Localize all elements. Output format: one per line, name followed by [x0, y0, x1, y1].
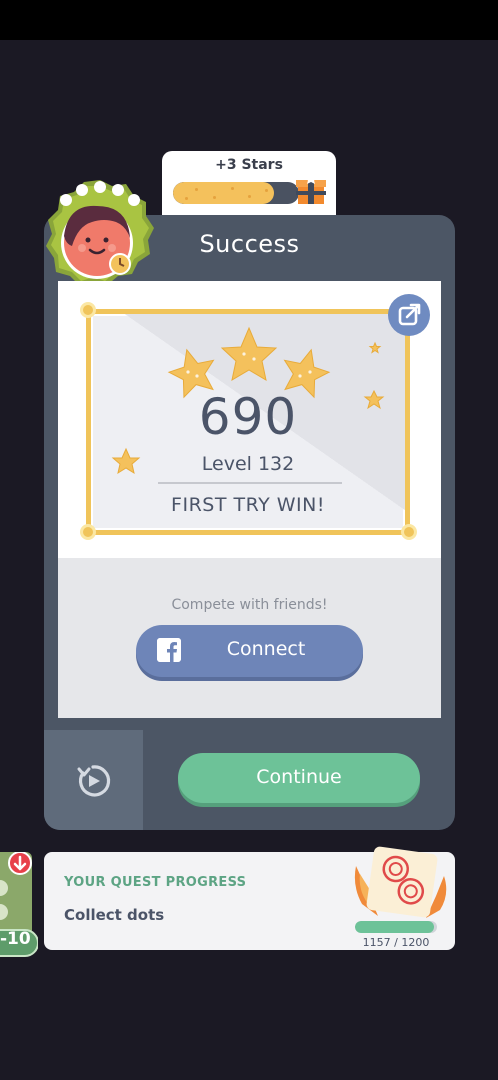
certificate-corner [80, 524, 96, 540]
quest-progress-text: 1157 / 1200 [362, 936, 430, 949]
divider [158, 482, 342, 484]
stars-reward-label: +3 Stars [215, 157, 283, 173]
share-button[interactable] [388, 294, 430, 336]
facebook-icon [157, 638, 181, 662]
quest-stamp-icon [354, 846, 447, 918]
certificate-corner [80, 302, 96, 318]
score-value: 690 [198, 388, 298, 446]
replay-button[interactable] [44, 730, 143, 830]
win-subtitle: FIRST TRY WIN! [171, 494, 325, 516]
avatar-badge-icon [46, 180, 154, 286]
stars-progress-bar [173, 182, 299, 204]
certificate-corner [401, 524, 417, 540]
level-label: Level 132 [201, 453, 295, 475]
side-card-value: -10 [0, 929, 31, 949]
continue-label: Continue [256, 766, 342, 788]
quest-progress-bar [355, 921, 437, 933]
quest-description: Collect dots [64, 906, 165, 924]
status-bar [0, 0, 498, 40]
stars-progress-fill [173, 182, 274, 204]
facebook-connect-button[interactable]: Connect [136, 625, 363, 677]
compete-prompt: Compete with friends! [171, 597, 328, 613]
quest-progress-card[interactable]: YOUR QUEST PROGRESS Collect dots 1157 / … [44, 846, 455, 950]
stars-reward-tab: +3 Stars [162, 151, 336, 221]
continue-button[interactable]: Continue [178, 753, 420, 803]
connect-label: Connect [226, 638, 306, 660]
share-icon [398, 303, 421, 326]
gift-icon [296, 174, 326, 204]
quest-title: YOUR QUEST PROGRESS [64, 875, 247, 890]
replay-icon [77, 765, 111, 797]
quest-progress-fill [355, 921, 435, 933]
